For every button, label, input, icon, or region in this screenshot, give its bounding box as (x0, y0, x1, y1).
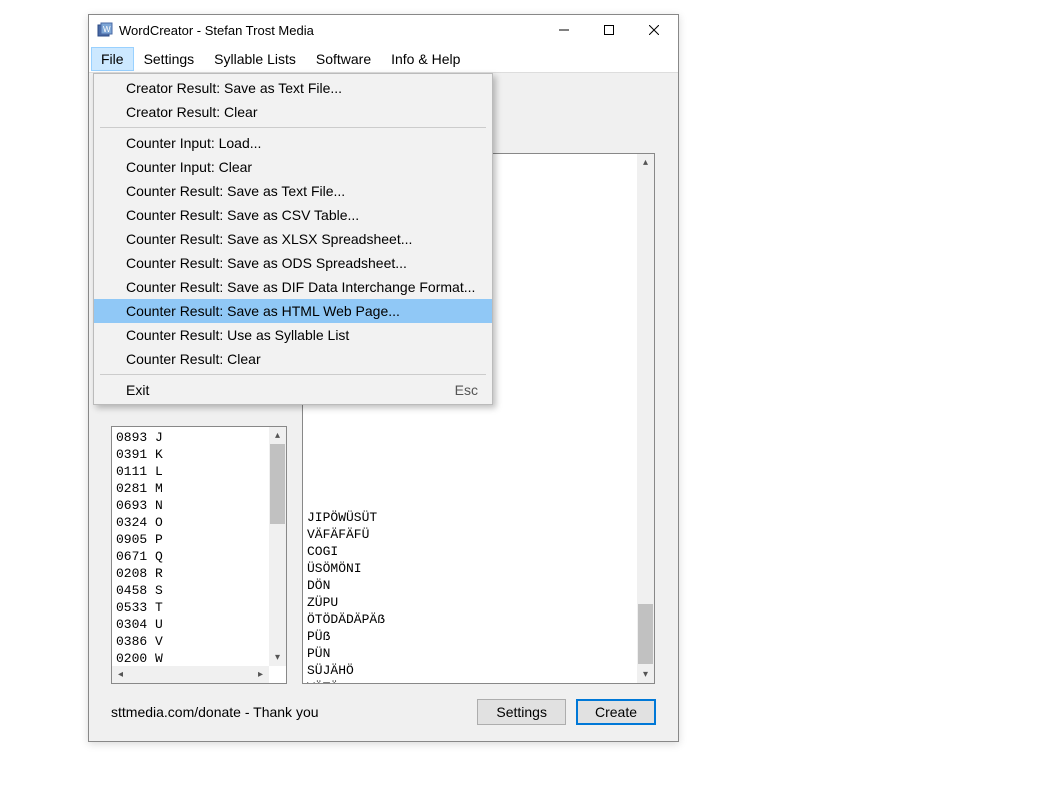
menu-counter-input-clear[interactable]: Counter Input: Clear (94, 155, 492, 179)
close-button[interactable] (631, 16, 676, 44)
menu-counter-save-text[interactable]: Counter Result: Save as Text File... (94, 179, 492, 203)
scroll-down-icon[interactable]: ▾ (269, 649, 286, 666)
settings-button[interactable]: Settings (477, 699, 566, 725)
menu-counter-save-html[interactable]: Counter Result: Save as HTML Web Page... (94, 299, 492, 323)
file-menu-dropdown: Creator Result: Save as Text File... Cre… (93, 73, 493, 405)
minimize-button[interactable] (541, 16, 586, 44)
menu-separator (100, 374, 486, 375)
app-window: W WordCreator - Stefan Trost Media File … (88, 14, 679, 742)
menu-exit-accelerator: Esc (455, 382, 478, 398)
menu-settings[interactable]: Settings (134, 47, 205, 71)
create-button[interactable]: Create (576, 699, 656, 725)
client-area: 0893 J 0391 K 0111 L 0281 M 0693 N 0324 … (89, 73, 678, 741)
scroll-right-icon[interactable]: ▸ (252, 666, 269, 683)
svg-text:W: W (103, 25, 111, 34)
scroll-left-icon[interactable]: ◂ (112, 666, 129, 683)
counter-result-text[interactable]: 0893 J 0391 K 0111 L 0281 M 0693 N 0324 … (112, 427, 286, 669)
maximize-button[interactable] (586, 16, 631, 44)
menu-separator (100, 127, 486, 128)
menu-syllable-lists[interactable]: Syllable Lists (204, 47, 306, 71)
left-scrollbar-vertical[interactable]: ▴ ▾ (269, 427, 286, 666)
left-scrollbar-horizontal[interactable]: ◂ ▸ (112, 666, 269, 683)
menu-counter-save-csv[interactable]: Counter Result: Save as CSV Table... (94, 203, 492, 227)
scroll-up-icon[interactable]: ▴ (637, 154, 654, 171)
scroll-thumb[interactable] (270, 444, 285, 524)
menubar: File Settings Syllable Lists Software In… (89, 45, 678, 73)
menu-exit[interactable]: Exit Esc (94, 378, 492, 402)
menu-creator-save-text[interactable]: Creator Result: Save as Text File... (94, 76, 492, 100)
scroll-up-icon[interactable]: ▴ (269, 427, 286, 444)
menu-info-help[interactable]: Info & Help (381, 47, 470, 71)
menu-counter-save-xlsx[interactable]: Counter Result: Save as XLSX Spreadsheet… (94, 227, 492, 251)
menu-counter-use-syllable[interactable]: Counter Result: Use as Syllable List (94, 323, 492, 347)
window-title: WordCreator - Stefan Trost Media (119, 23, 541, 38)
menu-software[interactable]: Software (306, 47, 381, 71)
menu-counter-input-load[interactable]: Counter Input: Load... (94, 131, 492, 155)
window-controls (541, 16, 676, 44)
counter-result-pane: 0893 J 0391 K 0111 L 0281 M 0693 N 0324 … (111, 426, 287, 684)
donate-link[interactable]: sttmedia.com/donate - Thank you (111, 704, 467, 720)
app-icon: W (97, 22, 113, 38)
menu-counter-clear[interactable]: Counter Result: Clear (94, 347, 492, 371)
menu-creator-clear[interactable]: Creator Result: Clear (94, 100, 492, 124)
right-scrollbar-vertical[interactable]: ▴ ▾ (637, 154, 654, 683)
footer: sttmedia.com/donate - Thank you Settings… (111, 697, 656, 727)
scroll-down-icon[interactable]: ▾ (637, 666, 654, 683)
titlebar: W WordCreator - Stefan Trost Media (89, 15, 678, 45)
scroll-thumb[interactable] (638, 604, 653, 664)
menu-counter-save-ods[interactable]: Counter Result: Save as ODS Spreadsheet.… (94, 251, 492, 275)
menu-file[interactable]: File (91, 47, 134, 71)
menu-counter-save-dif[interactable]: Counter Result: Save as DIF Data Interch… (94, 275, 492, 299)
